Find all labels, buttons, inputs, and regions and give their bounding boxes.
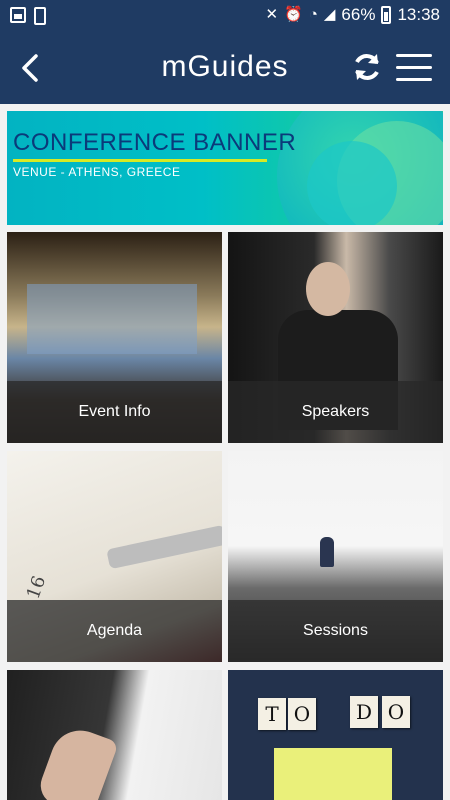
tile-networking[interactable] <box>7 670 222 800</box>
app-bar: mGuides <box>0 32 450 104</box>
handshake-image <box>35 722 119 800</box>
mute-icon: ✕ <box>265 6 279 23</box>
status-bar: ✕ ⏰ ◔ ◢ 66% 13:38 <box>0 0 450 32</box>
banner-title: CONFERENCE BANNER <box>13 129 297 156</box>
clock: 13:38 <box>397 5 440 24</box>
banner-subtitle: VENUE - ATHENS, GREECE <box>13 165 181 179</box>
event-hall-image <box>27 284 197 354</box>
signal-icon: ◢ <box>323 6 336 23</box>
refresh-button[interactable] <box>350 50 384 84</box>
tile-label: Event Info <box>78 403 151 420</box>
tile-label: Agenda <box>86 622 143 639</box>
tile-sessions[interactable]: Sessions <box>228 451 443 662</box>
tile-agenda[interactable]: 16 Agenda <box>7 451 222 662</box>
todo-letter: O <box>288 698 316 730</box>
agenda-page-number: 16 <box>22 573 51 602</box>
wifi-icon: ◔ <box>308 6 318 23</box>
todo-letter: T <box>258 698 286 730</box>
tile-event-info[interactable]: Event Info <box>7 232 222 443</box>
menu-button[interactable] <box>394 50 434 84</box>
todo-letter: D <box>350 696 378 728</box>
session-speaker-image <box>320 537 334 567</box>
tile-label: Sessions <box>303 622 368 639</box>
tile-label: Speakers <box>301 403 370 420</box>
battery-percent: 66% <box>341 5 376 24</box>
alarm-icon: ⏰ <box>284 6 303 23</box>
battery-icon <box>381 6 392 24</box>
hamburger-icon <box>396 54 432 57</box>
banner-divider <box>13 159 267 162</box>
refresh-icon <box>355 54 379 80</box>
image-notification-icon <box>10 7 26 23</box>
todo-letter: O <box>382 696 410 728</box>
tile-todo[interactable]: T O D O <box>228 670 443 800</box>
phone-notification-icon <box>34 7 46 25</box>
sticky-note-image <box>274 748 392 800</box>
conference-banner[interactable]: CONFERENCE BANNER VENUE - ATHENS, GREECE <box>7 111 443 225</box>
tile-speakers[interactable]: Speakers <box>228 232 443 443</box>
pen-image <box>106 524 222 570</box>
